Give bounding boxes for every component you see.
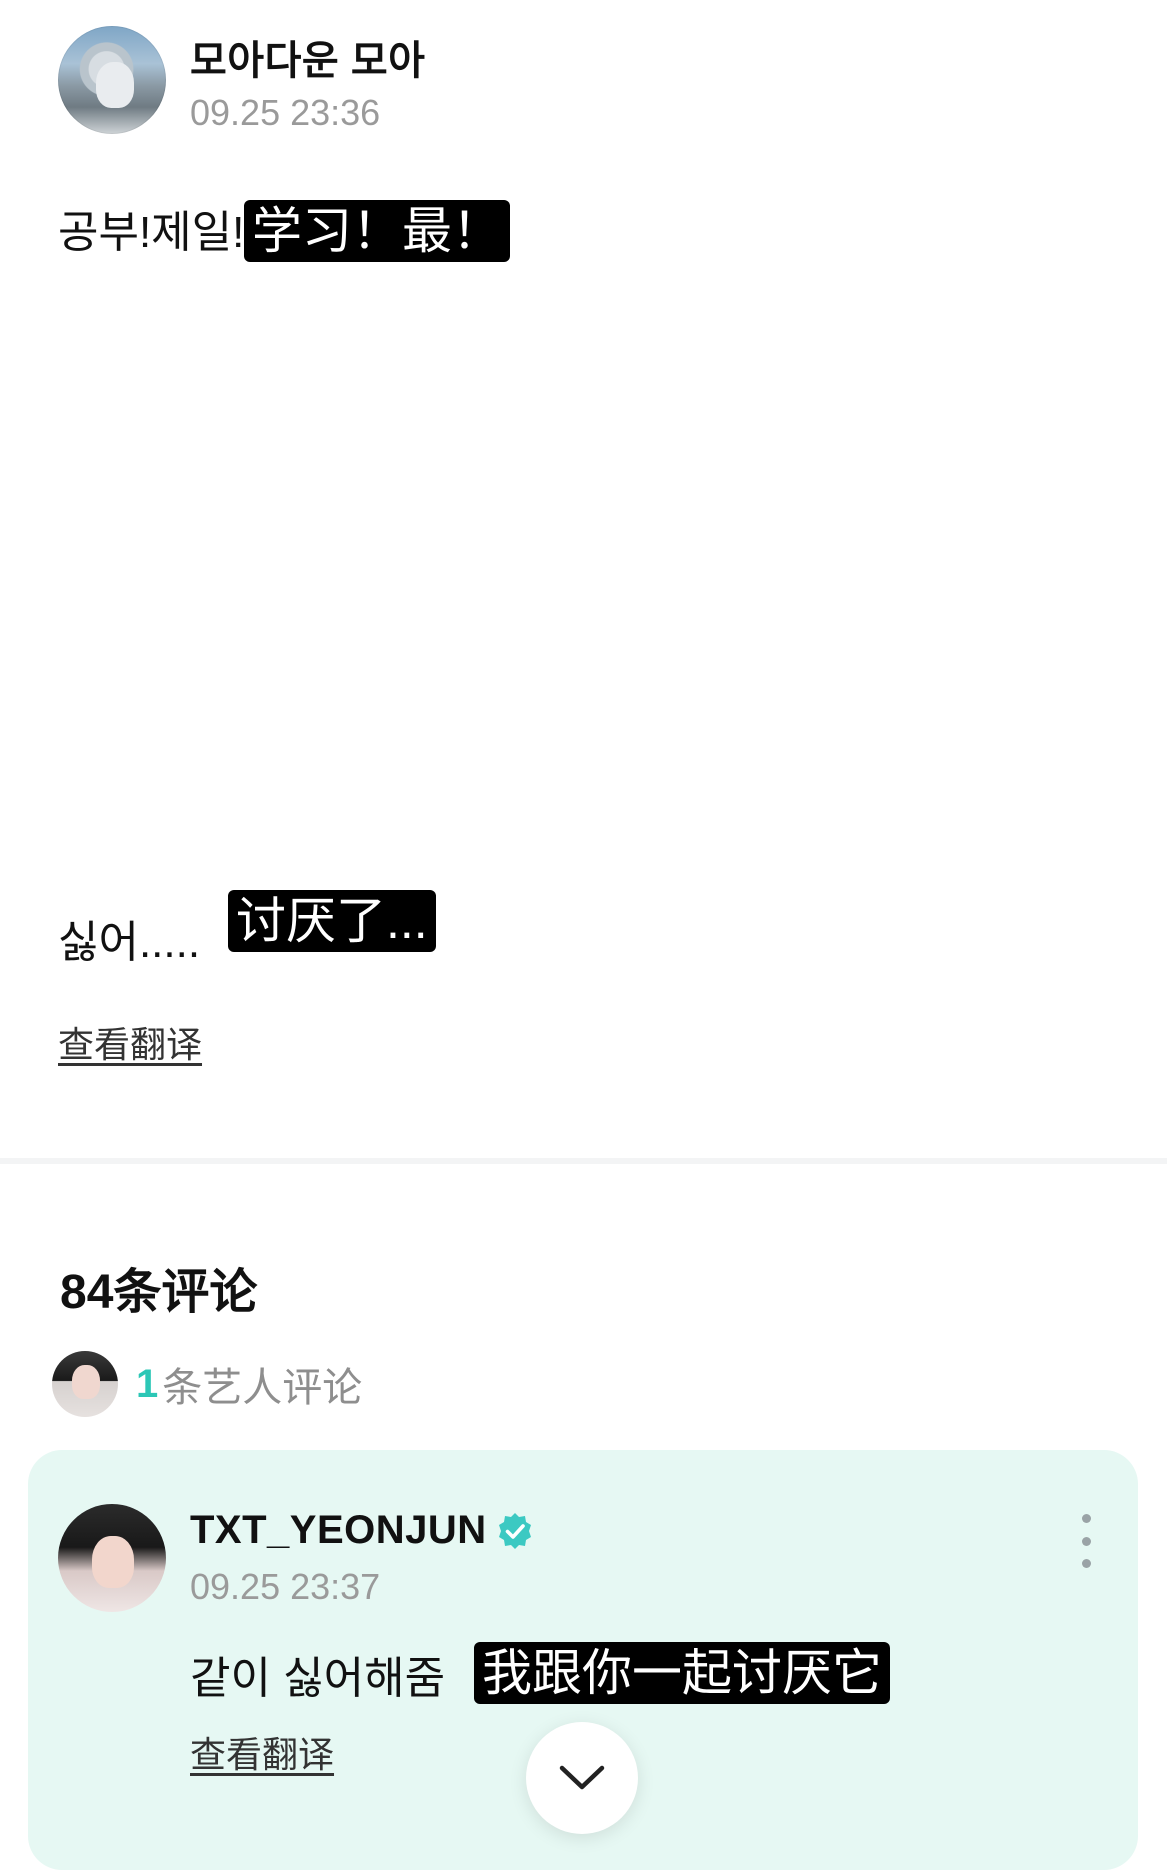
subtitle-line-1: 学习！最！ bbox=[244, 200, 510, 262]
comment-author[interactable]: TXT_YEONJUN bbox=[190, 1508, 535, 1553]
artist-avatar bbox=[52, 1351, 118, 1417]
author-name[interactable]: 모아다운 모아 bbox=[190, 28, 425, 86]
comment-view-translation-link[interactable]: 查看翻译 bbox=[190, 1726, 334, 1778]
post-text-line-2: 싫어..... bbox=[58, 918, 201, 967]
comment-timestamp: 09.25 23:37 bbox=[190, 1566, 381, 1607]
post-text-line-1: 공부!제일! bbox=[58, 208, 245, 257]
artist-comments-row[interactable]: 1 条艺人评论 bbox=[52, 1350, 362, 1418]
more-options-icon[interactable] bbox=[1066, 1514, 1106, 1568]
comment-subtitle: 我跟你一起讨厌它 bbox=[474, 1642, 890, 1704]
subtitle-line-2: 讨厌了... bbox=[228, 890, 436, 952]
chevron-down-icon bbox=[559, 1765, 605, 1790]
artist-comment-label: 条艺人评论 bbox=[162, 1366, 363, 1410]
comments-count-heading: 84条评论 bbox=[60, 1266, 258, 1319]
author-avatar[interactable] bbox=[58, 26, 166, 134]
scroll-down-button[interactable] bbox=[526, 1722, 638, 1834]
post-timestamp: 09.25 23:36 bbox=[190, 92, 381, 133]
view-translation-link[interactable]: 查看翻译 bbox=[58, 1016, 202, 1068]
artist-comment-count: 1 bbox=[136, 1361, 159, 1406]
verified-badge-icon bbox=[498, 1512, 531, 1549]
section-divider bbox=[0, 1158, 1167, 1164]
comment-author-name[interactable]: TXT_YEONJUN bbox=[190, 1508, 487, 1553]
comment-text: 같이 싫어해줌 bbox=[190, 1654, 446, 1703]
comment-author-avatar[interactable] bbox=[58, 1504, 166, 1612]
